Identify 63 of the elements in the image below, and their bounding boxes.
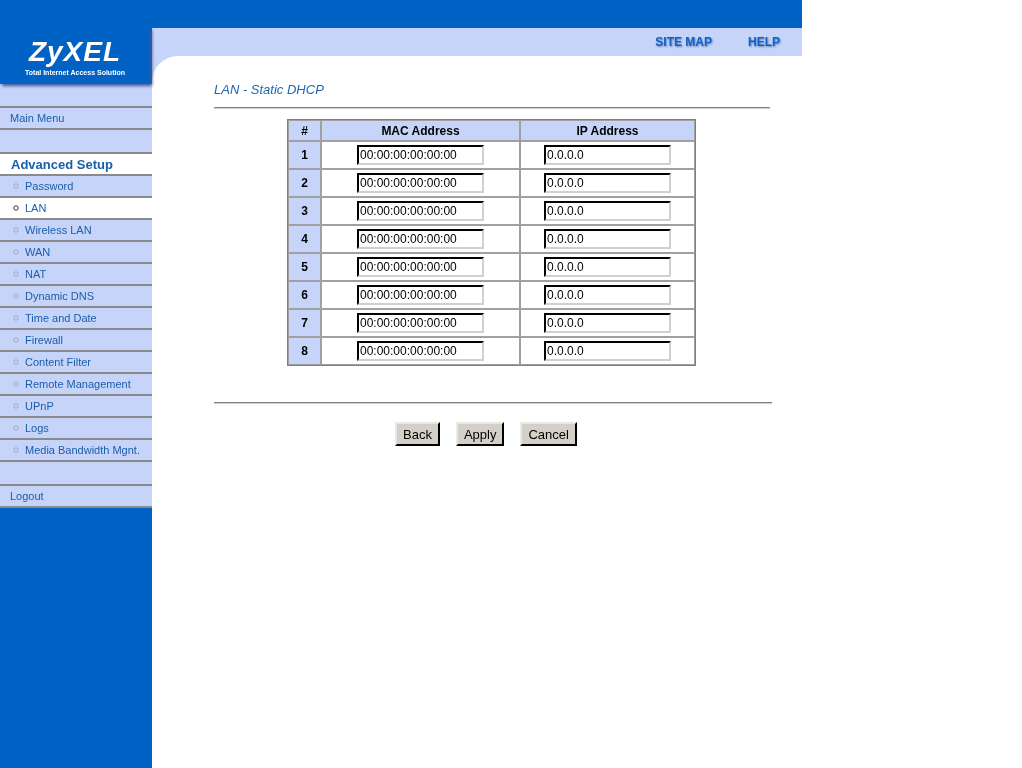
ip-address-field[interactable]: 0.0.0.0 (544, 313, 671, 333)
bullet-icon (13, 403, 19, 409)
form-button[interactable]: Back (395, 422, 440, 446)
bullet-icon (13, 315, 19, 321)
bullet-icon (13, 249, 19, 255)
page-title: LAN - Static DHCP (214, 82, 325, 97)
ip-address-field[interactable]: 0.0.0.0 (544, 229, 671, 249)
form-button[interactable]: Cancel (520, 422, 577, 446)
bullet-icon (13, 447, 19, 453)
section-heading: Advanced Setup (0, 154, 152, 176)
ip-address-field[interactable]: 0.0.0.0 (544, 173, 671, 193)
mac-address-field[interactable]: 00:00:00:00:00:00 (357, 285, 484, 305)
sidebar-item[interactable]: Password (0, 176, 152, 198)
main-menu-link[interactable]: Main Menu (0, 108, 152, 130)
bullet-icon (13, 205, 19, 211)
mac-address-field[interactable]: 00:00:00:00:00:00 (357, 173, 484, 193)
bullet-icon (13, 271, 19, 277)
sidebar-item[interactable]: Wireless LAN (0, 220, 152, 242)
column-header: MAC Address (321, 120, 520, 141)
top-link[interactable]: SITE MAP (655, 35, 712, 49)
mac-address-field[interactable]: 00:00:00:00:00:00 (357, 145, 484, 165)
column-header: IP Address (520, 120, 695, 141)
sidebar-item[interactable]: Remote Management (0, 374, 152, 396)
sidebar-item[interactable]: UPnP (0, 396, 152, 418)
row-number: 3 (288, 197, 321, 225)
sidebar-item[interactable]: Time and Date (0, 308, 152, 330)
bullet-icon (13, 381, 19, 387)
logo-text: ZyXEL (28, 36, 122, 67)
sidebar-item[interactable]: Media Bandwidth Mgnt. (0, 440, 152, 462)
bullet-icon (13, 293, 19, 299)
sidebar-item[interactable]: Logs (0, 418, 152, 440)
sidebar-item[interactable]: LAN (0, 198, 152, 220)
row-number: 8 (288, 337, 321, 365)
ip-address-field[interactable]: 0.0.0.0 (544, 285, 671, 305)
row-number: 2 (288, 169, 321, 197)
mac-address-field[interactable]: 00:00:00:00:00:00 (357, 313, 484, 333)
mac-address-field[interactable]: 00:00:00:00:00:00 (357, 257, 484, 277)
sidebar-item[interactable]: Firewall (0, 330, 152, 352)
logout-link[interactable]: Logout (0, 486, 152, 508)
ip-address-field[interactable]: 0.0.0.0 (544, 341, 671, 361)
bullet-icon (13, 183, 19, 189)
ip-address-field[interactable]: 0.0.0.0 (544, 257, 671, 277)
mac-address-field[interactable]: 00:00:00:00:00:00 (357, 201, 484, 221)
bullet-icon (13, 359, 19, 365)
ip-address-field[interactable]: 0.0.0.0 (544, 145, 671, 165)
column-header: # (288, 120, 321, 141)
sidebar-item[interactable]: WAN (0, 242, 152, 264)
row-number: 4 (288, 225, 321, 253)
row-number: 6 (288, 281, 321, 309)
mac-address-field[interactable]: 00:00:00:00:00:00 (357, 229, 484, 249)
bullet-icon (13, 337, 19, 343)
row-number: 1 (288, 141, 321, 169)
sidebar-item[interactable]: Content Filter (0, 352, 152, 374)
sidebar-item[interactable]: NAT (0, 264, 152, 286)
row-number: 7 (288, 309, 321, 337)
sidebar-item[interactable]: Dynamic DNS (0, 286, 152, 308)
form-button[interactable]: Apply (455, 422, 505, 446)
mac-address-field[interactable]: 00:00:00:00:00:00 (357, 341, 484, 361)
ip-address-field[interactable]: 0.0.0.0 (544, 201, 671, 221)
row-number: 5 (288, 253, 321, 281)
bullet-icon (13, 425, 19, 431)
top-link[interactable]: HELP (748, 35, 780, 49)
bullet-icon (13, 227, 19, 233)
